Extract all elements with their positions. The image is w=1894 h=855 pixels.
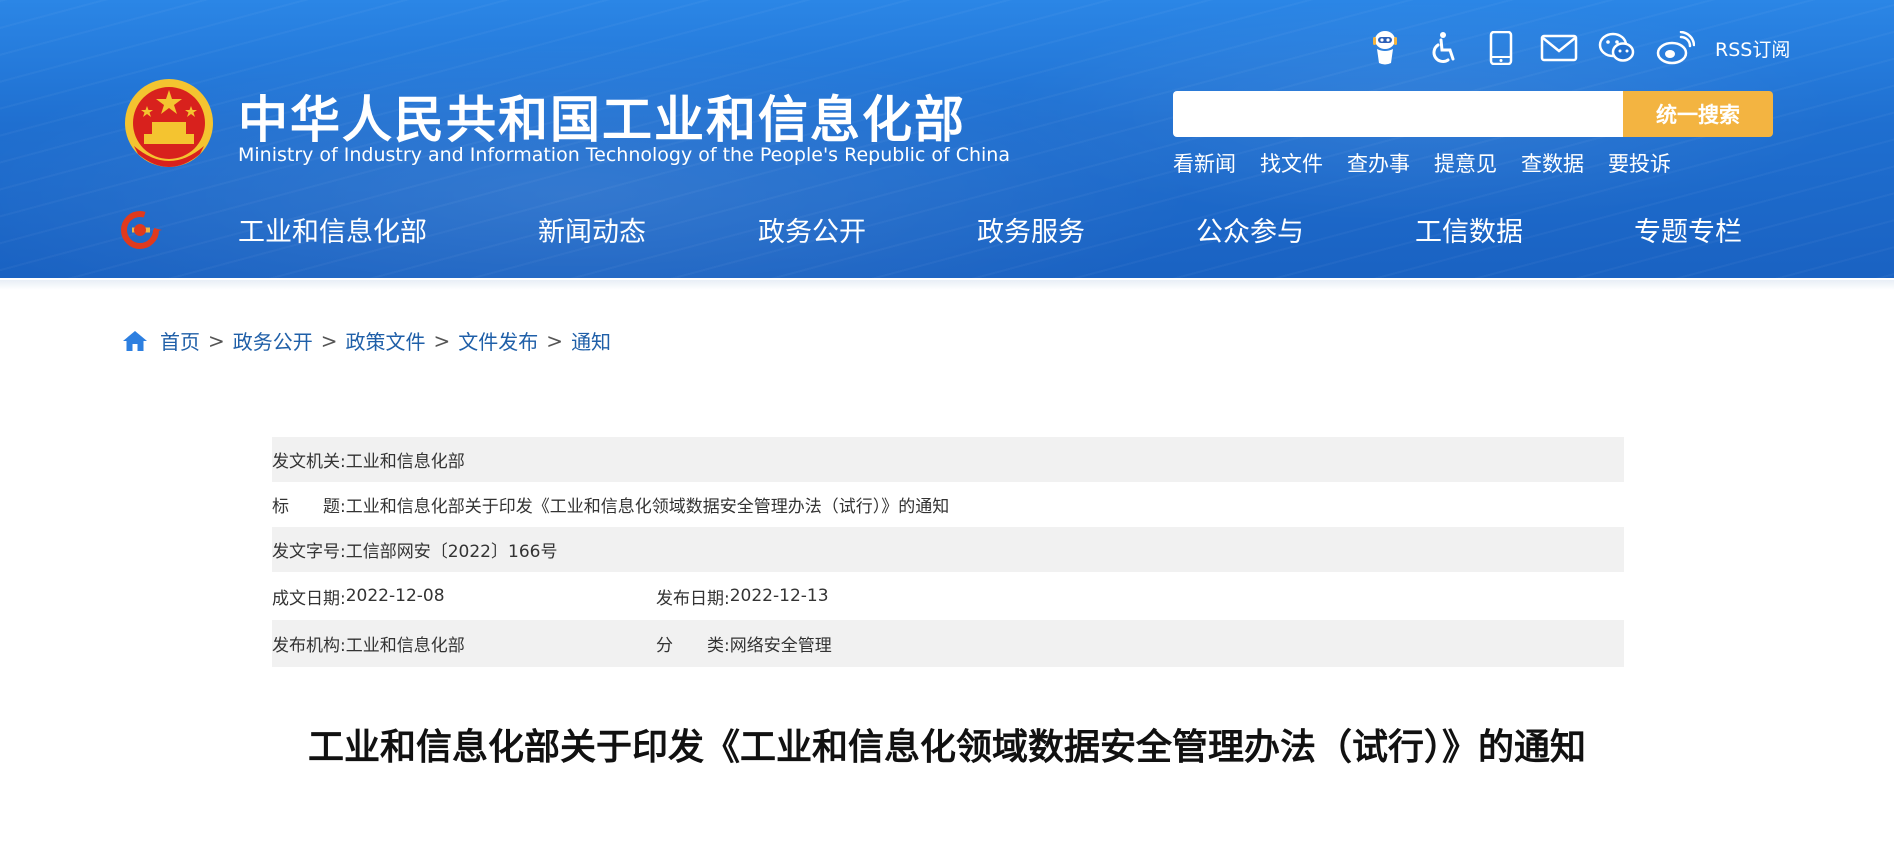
meta-row-dates: 成文日期: 2022-12-08 发布日期: 2022-12-13: [272, 572, 1624, 620]
accessibility-icon[interactable]: [1423, 28, 1463, 68]
meta-label-category: 分 类:: [656, 636, 730, 656]
meta-value-docno: 工信部网安〔2022〕166号: [345, 542, 558, 562]
meta-value-issuer: 工业和信息化部: [345, 452, 465, 472]
utility-toolbar: RSS订阅: [1365, 28, 1790, 68]
quick-link-feedback[interactable]: 提意见: [1434, 148, 1497, 178]
meta-label-org: 发布机构:: [272, 636, 346, 656]
robot-assistant-icon[interactable]: [1365, 28, 1405, 68]
site-title-english: Ministry of Industry and Information Tec…: [238, 144, 1010, 166]
article-title: 工业和信息化部关于印发《工业和信息化领域数据安全管理办法（试行）》的通知: [307, 727, 1586, 768]
wechat-icon[interactable]: [1597, 28, 1637, 68]
breadcrumb-separator: >: [208, 328, 225, 353]
search-input[interactable]: [1173, 91, 1623, 137]
nav-item-data[interactable]: 工信数据: [1415, 210, 1523, 249]
breadcrumb-policy-documents[interactable]: 政策文件: [346, 326, 426, 355]
rss-subscribe-link[interactable]: RSS订阅: [1715, 35, 1790, 62]
meta-value-title: 工业和信息化部关于印发《工业和信息化领域数据安全管理办法（试行）》的通知: [345, 497, 950, 517]
meta-label-docno: 发文字号:: [272, 542, 346, 562]
site-header: 中华人民共和国工业和信息化部 Ministry of Industry and …: [0, 0, 1894, 278]
breadcrumb-notice[interactable]: 通知: [571, 326, 611, 355]
quick-link-services[interactable]: 查办事: [1347, 148, 1410, 178]
nav-item-news[interactable]: 新闻动态: [538, 210, 646, 249]
national-emblem-icon: [125, 79, 213, 167]
site-title-chinese: 中华人民共和国工业和信息化部: [238, 91, 966, 149]
quick-link-data[interactable]: 查数据: [1521, 148, 1584, 178]
mail-icon[interactable]: [1539, 28, 1579, 68]
breadcrumb-separator: >: [433, 328, 451, 353]
meta-label-issuer: 发文机关:: [272, 452, 346, 472]
breadcrumb: 首页 > 政务公开 > 政策文件 > 文件发布 > 通知: [122, 326, 611, 355]
breadcrumb-home[interactable]: 首页: [160, 326, 200, 355]
nav-item-government-services[interactable]: 政务服务: [977, 210, 1085, 249]
meta-value-created: 2022-12-08: [345, 586, 445, 606]
meta-label-published: 发布日期:: [656, 588, 730, 609]
nav-item-government-affairs[interactable]: 政务公开: [758, 210, 866, 249]
meta-row-issuer: 发文机关: 工业和信息化部: [272, 437, 1624, 482]
nav-item-special-topics[interactable]: 专题专栏: [1634, 210, 1742, 249]
nav-item-public-participation[interactable]: 公众参与: [1196, 210, 1304, 249]
home-icon[interactable]: [122, 329, 148, 353]
unified-search-button[interactable]: 统一搜索: [1623, 91, 1773, 137]
quick-link-documents[interactable]: 找文件: [1260, 148, 1323, 178]
meta-label-title: 标 题:: [272, 497, 346, 517]
breadcrumb-government-affairs[interactable]: 政务公开: [233, 326, 313, 355]
breadcrumb-separator: >: [546, 328, 564, 353]
quick-link-news[interactable]: 看新闻: [1173, 148, 1236, 178]
meta-row-title: 标 题: 工业和信息化部关于印发《工业和信息化领域数据安全管理办法（试行）》的通…: [272, 482, 1624, 527]
meta-value-published: 2022-12-13: [729, 586, 829, 606]
header-shadow: [0, 280, 1894, 290]
nav-item-ministry[interactable]: 工业和信息化部: [238, 210, 427, 249]
mobile-icon[interactable]: [1481, 28, 1521, 68]
meta-value-category: 网络安全管理: [729, 636, 832, 656]
breadcrumb-separator: >: [320, 328, 338, 353]
weibo-icon[interactable]: [1655, 28, 1695, 68]
breadcrumb-document-release[interactable]: 文件发布: [458, 326, 538, 355]
document-metadata-table: 发文机关: 工业和信息化部 标 题: 工业和信息化部关于印发《工业和信息化领域数…: [272, 437, 1624, 667]
quick-link-complaint[interactable]: 要投诉: [1608, 148, 1671, 178]
meta-label-created: 成文日期:: [272, 588, 346, 609]
meta-row-docno: 发文字号: 工信部网安〔2022〕166号: [272, 527, 1624, 572]
quick-links: 看新闻 找文件 查办事 提意见 查数据 要投诉: [1173, 148, 1671, 178]
meta-row-org-category: 发布机构: 工业和信息化部 分 类: 网络安全管理: [272, 620, 1624, 667]
main-navigation: 工业和信息化部 新闻动态 政务公开 政务服务 公众参与 工信数据 专题专栏: [0, 210, 1894, 252]
meta-value-org: 工业和信息化部: [345, 636, 465, 656]
